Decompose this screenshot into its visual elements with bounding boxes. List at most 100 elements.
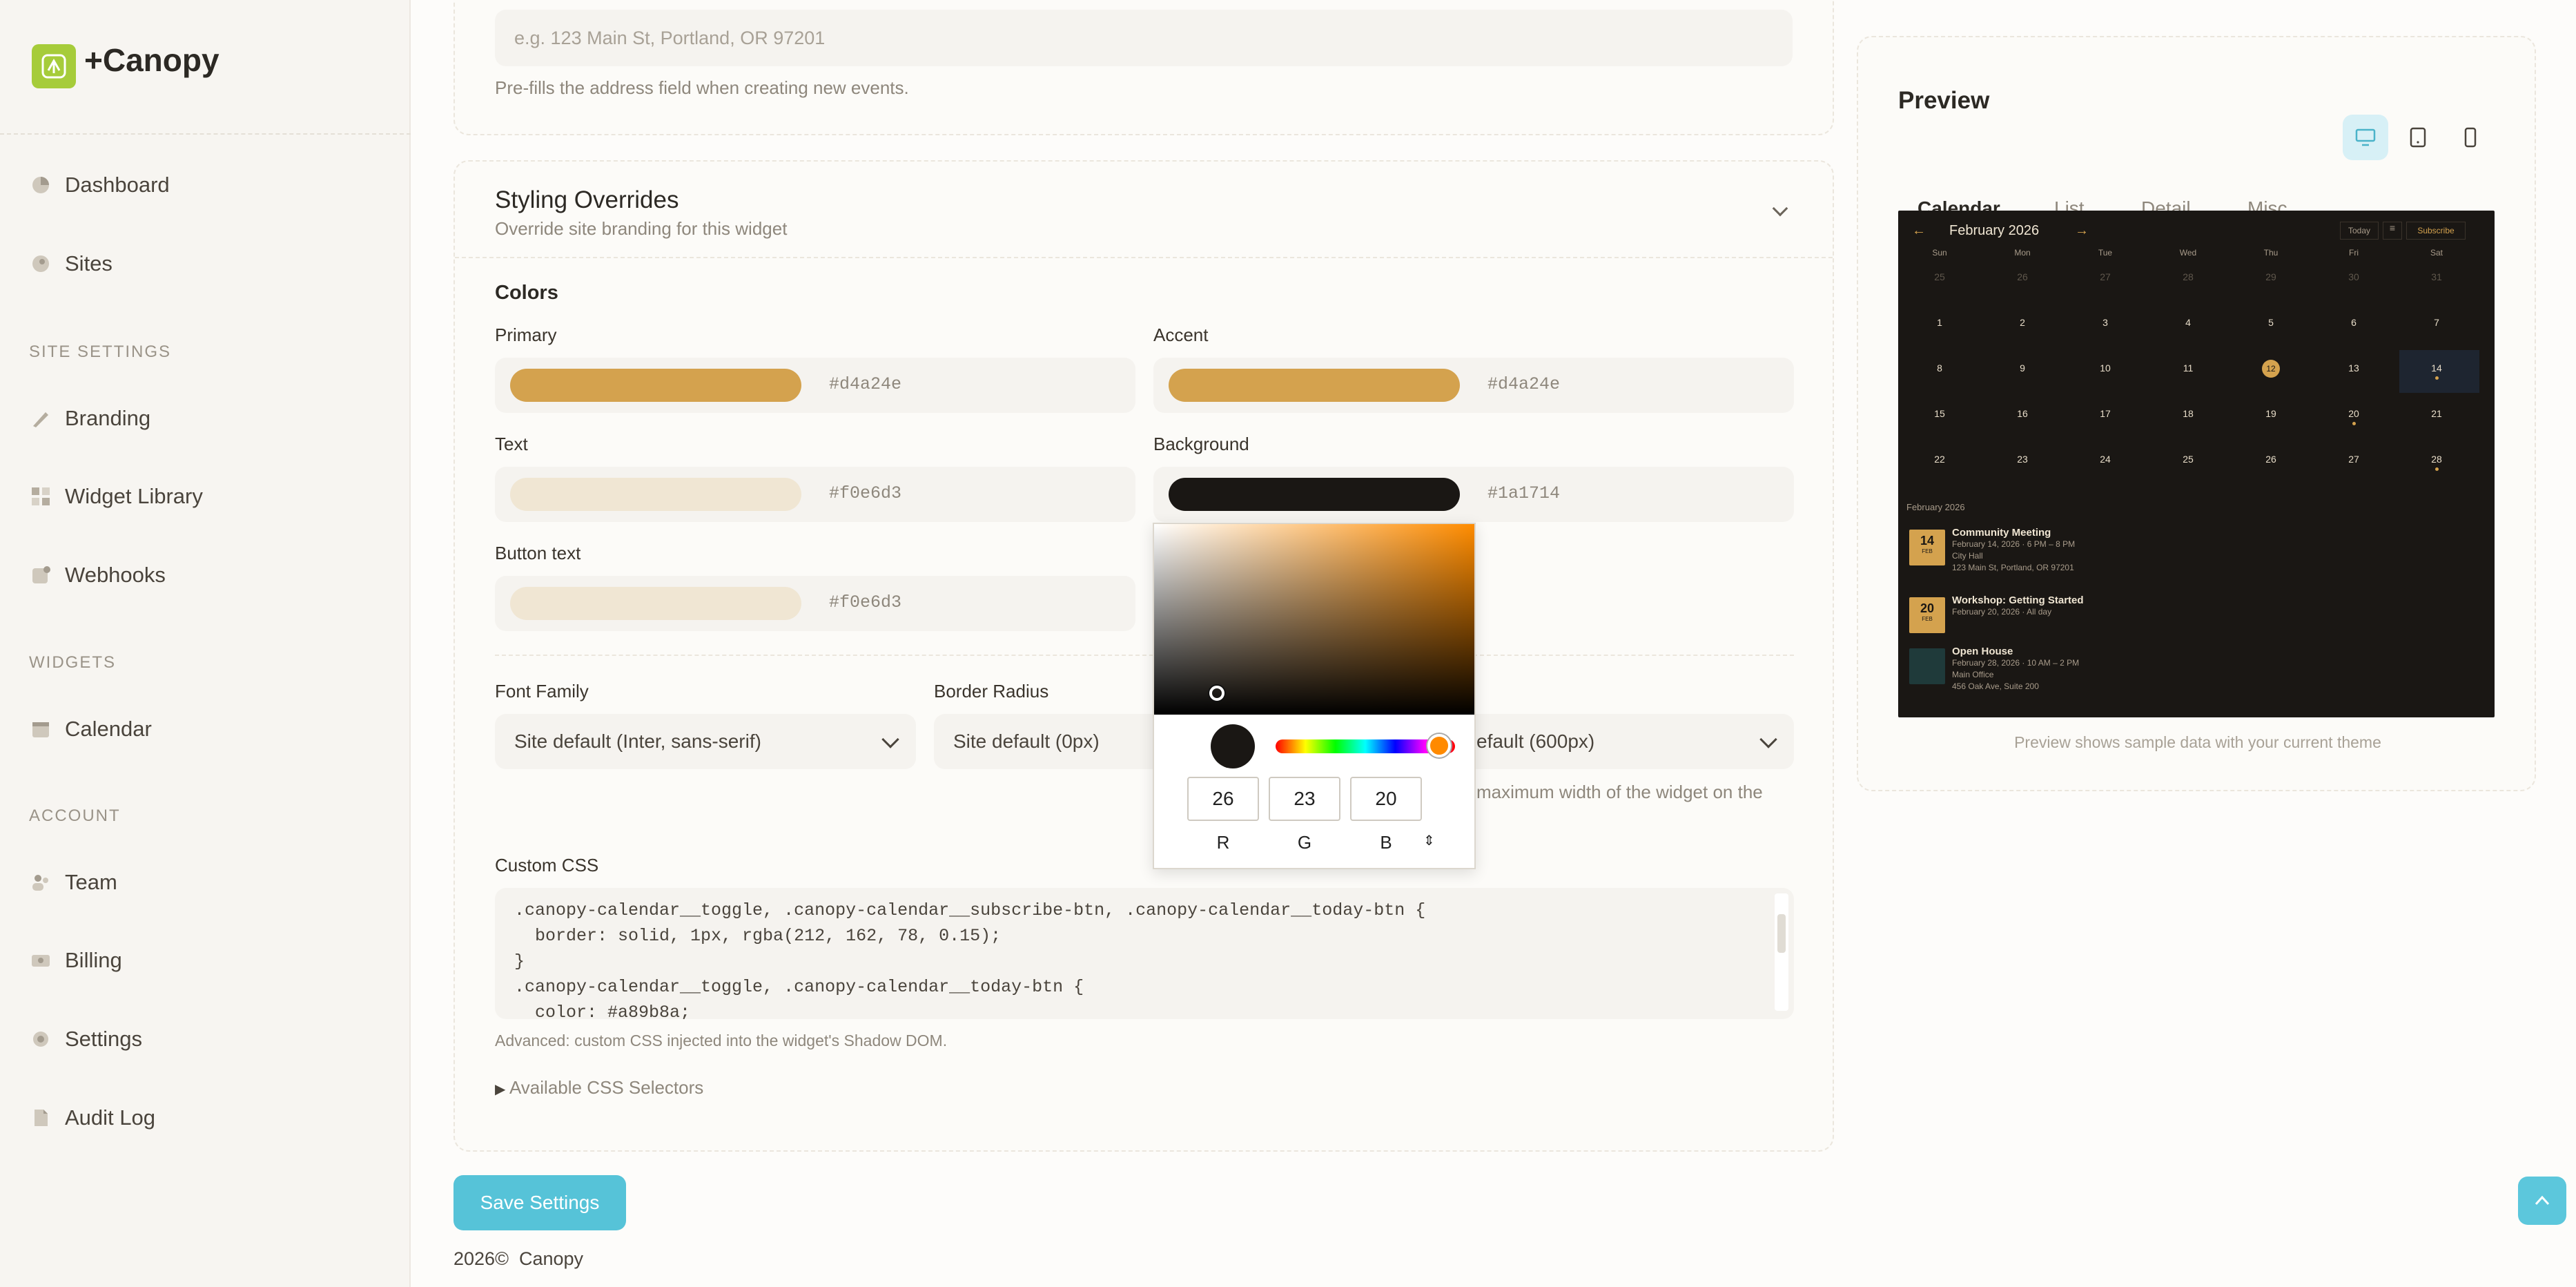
sidebar-item-dashboard[interactable]: Dashboard bbox=[30, 164, 389, 206]
calendar-day[interactable]: 8 bbox=[1898, 362, 1981, 374]
menu-icon[interactable]: ≡ bbox=[2383, 222, 2402, 240]
calendar-day[interactable]: 10 bbox=[2064, 362, 2147, 374]
available-selectors-toggle[interactable]: ▶ Available CSS Selectors bbox=[495, 1077, 703, 1099]
text-color-field[interactable]: #f0e6d3 bbox=[495, 467, 1135, 522]
blue-input[interactable]: 20 bbox=[1350, 777, 1422, 821]
sidebar-item-team[interactable]: Team bbox=[30, 862, 389, 903]
chevron-down-icon[interactable] bbox=[1772, 200, 1788, 217]
calendar-day[interactable]: 22 bbox=[1898, 454, 1981, 465]
red-label: R bbox=[1216, 832, 1230, 853]
blue-label: B bbox=[1380, 832, 1392, 853]
hue-handle[interactable] bbox=[1427, 734, 1451, 757]
css-scrollbar[interactable] bbox=[1775, 893, 1788, 1011]
calendar-day[interactable]: 28 bbox=[2395, 454, 2478, 471]
calendar-day[interactable]: 26 bbox=[1981, 271, 2064, 282]
sidebar-item-audit-log[interactable]: Audit Log bbox=[30, 1097, 389, 1139]
saturation-area[interactable] bbox=[1154, 524, 1474, 715]
day-number: 14 bbox=[2431, 362, 2442, 374]
css-line: .canopy-calendar__toggle, .canopy-calend… bbox=[514, 900, 1426, 920]
calendar-day[interactable]: 17 bbox=[2064, 408, 2147, 419]
calendar-day[interactable]: 24 bbox=[2064, 454, 2147, 465]
event-date: February 14, 2026 · 6 PM – 8 PM bbox=[1952, 539, 2076, 549]
save-settings-button[interactable]: Save Settings bbox=[453, 1175, 626, 1230]
calendar-day[interactable]: 9 bbox=[1981, 362, 2064, 374]
day-number: 24 bbox=[2100, 454, 2111, 465]
calendar-day[interactable]: 28 bbox=[2147, 271, 2229, 282]
button-text-color-field[interactable]: #f0e6d3 bbox=[495, 576, 1135, 631]
calendar-day[interactable]: 23 bbox=[1981, 454, 2064, 465]
font-family-select[interactable]: Site default (Inter, sans-serif) bbox=[495, 714, 916, 769]
calendar-day[interactable]: 29 bbox=[2229, 271, 2312, 282]
arrow-right-icon[interactable]: → bbox=[2075, 223, 2089, 239]
calendar-day[interactable]: 21 bbox=[2395, 408, 2478, 419]
scroll-top-button[interactable] bbox=[2518, 1177, 2566, 1225]
calendar-day[interactable]: 25 bbox=[1898, 271, 1981, 282]
today-button[interactable]: Today bbox=[2340, 222, 2379, 240]
calendar-day[interactable]: 6 bbox=[2312, 317, 2395, 328]
day-number: 27 bbox=[2348, 454, 2359, 465]
event-item[interactable]: Community Meeting February 14, 2026 · 6 P… bbox=[1952, 527, 2075, 574]
calendar-day[interactable]: 19 bbox=[2229, 408, 2312, 419]
desktop-view-button[interactable] bbox=[2343, 115, 2388, 160]
tablet-view-button[interactable] bbox=[2395, 115, 2441, 160]
subscribe-button[interactable]: Subscribe bbox=[2406, 222, 2466, 240]
sidebar-item-settings[interactable]: Settings bbox=[30, 1018, 389, 1060]
green-input[interactable]: 23 bbox=[1269, 777, 1340, 821]
footer-link[interactable]: Canopy bbox=[519, 1248, 583, 1269]
calendar-day[interactable]: 27 bbox=[2064, 271, 2147, 282]
mobile-view-button[interactable] bbox=[2448, 115, 2493, 160]
background-swatch[interactable] bbox=[1169, 478, 1460, 511]
calendar-day[interactable]: 5 bbox=[2229, 317, 2312, 328]
calendar-day[interactable]: 15 bbox=[1898, 408, 1981, 419]
calendar-day[interactable]: 26 bbox=[2229, 454, 2312, 465]
calendar-day[interactable]: 12 bbox=[2229, 360, 2312, 378]
day-number: 1 bbox=[1937, 317, 1942, 328]
calendar-day[interactable]: 20 bbox=[2312, 408, 2395, 425]
primary-swatch[interactable] bbox=[510, 369, 801, 402]
red-input[interactable]: 26 bbox=[1187, 777, 1259, 821]
calendar-day[interactable]: 25 bbox=[2147, 454, 2229, 465]
calendar-day[interactable]: 7 bbox=[2395, 317, 2478, 328]
calendar-day[interactable]: 4 bbox=[2147, 317, 2229, 328]
sidebar-item-label: Webhooks bbox=[65, 563, 166, 587]
arrow-left-icon[interactable]: ← bbox=[1912, 223, 1926, 239]
calendar-day[interactable]: 2 bbox=[1981, 317, 2064, 328]
primary-color-field[interactable]: #d4a24e bbox=[495, 358, 1135, 413]
sidebar-item-billing[interactable]: Billing bbox=[30, 940, 389, 981]
button-text-swatch[interactable] bbox=[510, 587, 801, 620]
sidebar-item-webhooks[interactable]: Webhooks bbox=[30, 554, 389, 596]
event-item[interactable]: Open House February 28, 2026 · 10 AM – 2 … bbox=[1952, 646, 2079, 693]
sidebar-item-calendar[interactable]: Calendar bbox=[30, 708, 389, 750]
calendar-day[interactable]: 13 bbox=[2312, 362, 2395, 374]
hue-slider[interactable] bbox=[1276, 734, 1455, 757]
brand-name[interactable]: +Canopy bbox=[84, 41, 219, 79]
max-width-value: efault (600px) bbox=[1476, 730, 1595, 752]
button-text-label: Button text bbox=[495, 543, 581, 563]
calendar-day[interactable]: 1 bbox=[1898, 317, 1981, 328]
color-preview-circle bbox=[1211, 724, 1255, 768]
calendar-day[interactable]: 3 bbox=[2064, 317, 2147, 328]
styling-overrides-header[interactable]: Styling Overrides Override site branding… bbox=[455, 162, 1833, 258]
sidebar-item-label: Branding bbox=[65, 406, 151, 430]
event-item[interactable]: Workshop: Getting Started February 20, 20… bbox=[1952, 594, 2084, 618]
calendar-day[interactable]: 27 bbox=[2312, 454, 2395, 465]
calendar-day[interactable]: 31 bbox=[2395, 271, 2478, 282]
accent-swatch[interactable] bbox=[1169, 369, 1460, 402]
day-number: 19 bbox=[2265, 408, 2276, 419]
calendar-day[interactable]: 30 bbox=[2312, 271, 2395, 282]
calendar-day[interactable]: 11 bbox=[2147, 362, 2229, 374]
custom-css-textarea[interactable]: .canopy-calendar__toggle, .canopy-calend… bbox=[495, 888, 1794, 1019]
sidebar-item-branding[interactable]: Branding bbox=[30, 398, 389, 439]
sidebar-item-label: Calendar bbox=[65, 717, 152, 741]
default-address-input[interactable]: e.g. 123 Main St, Portland, OR 97201 bbox=[495, 10, 1793, 66]
calendar-day[interactable]: 14 bbox=[2395, 350, 2479, 393]
accent-color-field[interactable]: #d4a24e bbox=[1153, 358, 1794, 413]
format-toggle-icon[interactable]: ⇕ bbox=[1423, 832, 1435, 849]
sidebar-item-widget-library[interactable]: Widget Library bbox=[30, 476, 389, 517]
text-swatch[interactable] bbox=[510, 478, 801, 511]
calendar-day[interactable]: 18 bbox=[2147, 408, 2229, 419]
sidebar-item-sites[interactable]: Sites bbox=[30, 243, 389, 284]
calendar-day[interactable]: 16 bbox=[1981, 408, 2064, 419]
background-color-field[interactable]: #1a1714 bbox=[1153, 467, 1794, 522]
saturation-handle[interactable] bbox=[1209, 686, 1224, 701]
